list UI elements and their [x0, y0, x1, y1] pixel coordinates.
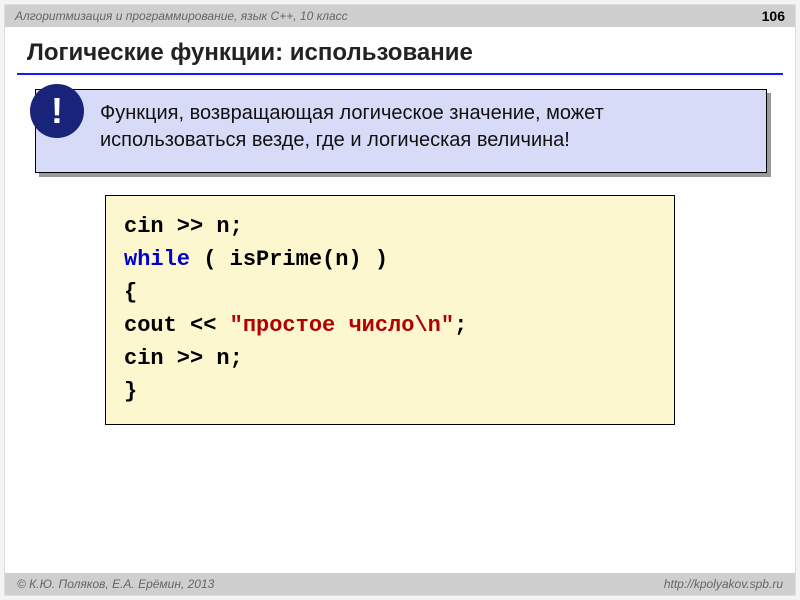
slide-title: Логические функции: использование [5, 27, 795, 73]
exclamation-icon: ! [30, 84, 84, 138]
footer-authors: © К.Ю. Поляков, Е.А. Ерёмин, 2013 [17, 577, 214, 591]
title-underline [17, 73, 783, 75]
string-literal: "простое число\n" [230, 313, 454, 338]
keyword-while: while [124, 247, 190, 272]
code-line: while ( isPrime(n) ) [124, 243, 656, 276]
header-bar: Алгоритмизация и программирование, язык … [5, 5, 795, 27]
slide: Алгоритмизация и программирование, язык … [4, 4, 796, 596]
info-callout: ! Функция, возвращающая логическое значе… [35, 89, 767, 173]
footer-url: http://kpolyakov.spb.ru [664, 577, 783, 591]
code-line: { [124, 276, 656, 309]
header-subject: Алгоритмизация и программирование, язык … [15, 9, 348, 23]
footer-bar: © К.Ю. Поляков, Е.А. Ерёмин, 2013 http:/… [5, 573, 795, 595]
page-number: 106 [762, 8, 785, 24]
callout-text: Функция, возвращающая логическое значени… [100, 100, 750, 154]
code-line: cin >> n; [124, 342, 656, 375]
code-block: cin >> n; while ( isPrime(n) ) { cout <<… [105, 195, 675, 425]
code-line: cin >> n; [124, 210, 656, 243]
code-line: } [124, 375, 656, 408]
code-line: cout << "простое число\n"; [124, 309, 656, 342]
